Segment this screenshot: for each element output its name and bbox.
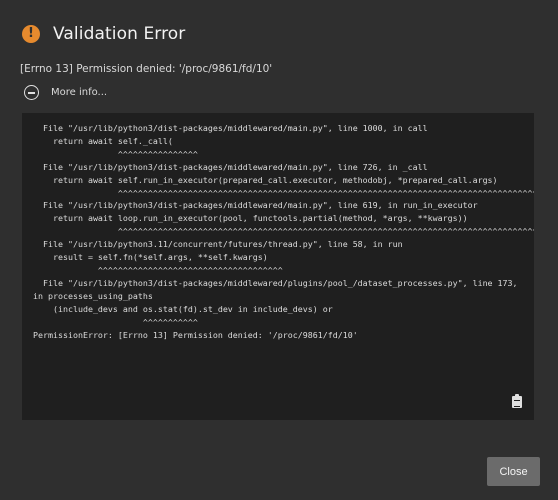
more-info-toggle[interactable]: More info...: [24, 85, 107, 100]
collapse-minus-icon: [24, 85, 39, 100]
validation-error-dialog: ! Validation Error [Errno 13] Permission…: [0, 0, 558, 500]
close-button[interactable]: Close: [487, 457, 540, 486]
traceback-text: File "/usr/lib/python3/dist-packages/mid…: [33, 123, 534, 340]
dialog-title: Validation Error: [53, 24, 186, 44]
dialog-header: ! Validation Error: [22, 22, 185, 46]
error-message: [Errno 13] Permission denied: '/proc/986…: [20, 63, 273, 75]
clipboard-icon[interactable]: [512, 394, 522, 408]
traceback-panel: File "/usr/lib/python3/dist-packages/mid…: [22, 113, 534, 420]
warning-icon: !: [22, 25, 40, 43]
more-info-label: More info...: [51, 87, 108, 98]
